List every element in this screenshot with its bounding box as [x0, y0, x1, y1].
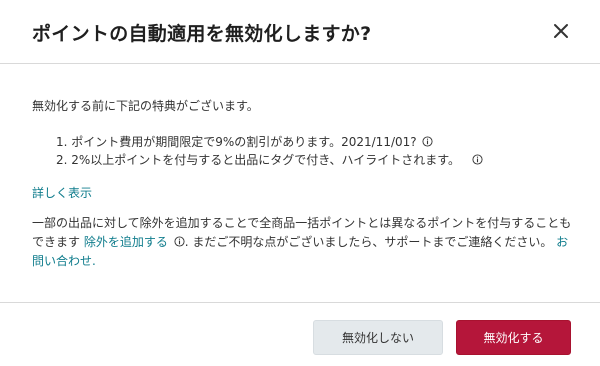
- notice-text-2: . まだご不明な点がございましたら、サポートまでご連絡ください。: [184, 235, 553, 249]
- exclusion-notice: 一部の出品に対して除外を追加することで全商品一括ポイントとは異なるポイントを付与…: [32, 214, 572, 271]
- intro-text: 無効化する前に下記の特典がございます。: [32, 99, 259, 113]
- do-not-disable-button[interactable]: 無効化しない: [313, 320, 443, 355]
- benefit-text: 1. ポイント費用が期間限定で9%の割引があります。2021/11/01?: [56, 135, 417, 149]
- dialog-header: ポイントの自動適用を無効化しますか?: [0, 0, 600, 64]
- show-more-link[interactable]: 詳しく表示: [32, 184, 92, 201]
- disable-button[interactable]: 無効化する: [456, 320, 571, 355]
- close-icon: [554, 24, 568, 38]
- disable-auto-points-dialog: ポイントの自動適用を無効化しますか? 無効化する前に下記の特典がございます。 1…: [0, 0, 600, 366]
- benefits-list: 1. ポイント費用が期間限定で9%の割引があります。2021/11/01? 2.…: [56, 133, 483, 169]
- info-icon[interactable]: [422, 136, 434, 147]
- benefit-item: 1. ポイント費用が期間限定で9%の割引があります。2021/11/01?: [56, 133, 483, 151]
- dialog-body: 無効化する前に下記の特典がございます。 1. ポイント費用が期間限定で9%の割引…: [0, 65, 600, 301]
- info-icon[interactable]: [174, 236, 185, 247]
- add-exclusion-link[interactable]: 除外を追加する: [84, 235, 168, 249]
- info-icon[interactable]: [472, 154, 483, 165]
- dialog-title: ポイントの自動適用を無効化しますか?: [32, 23, 372, 45]
- close-button[interactable]: [552, 22, 570, 40]
- benefit-text: 2. 2%以上ポイントを付与すると出品にタグで付き、ハイライトされます。: [56, 153, 461, 167]
- dialog-footer: 無効化しない 無効化する: [0, 302, 600, 366]
- benefit-item: 2. 2%以上ポイントを付与すると出品にタグで付き、ハイライトされます。: [56, 151, 483, 169]
